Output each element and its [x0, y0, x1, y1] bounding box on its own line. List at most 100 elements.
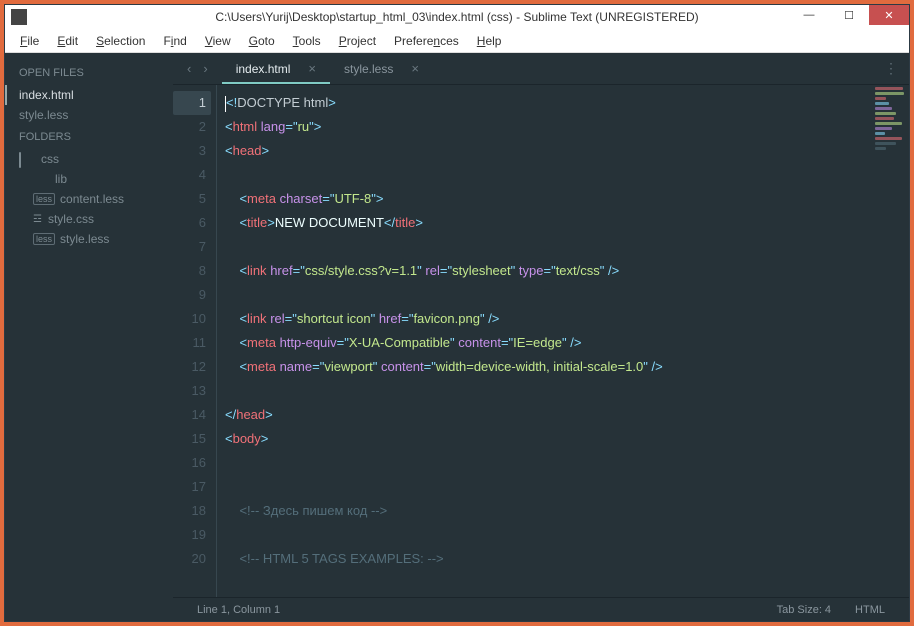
code-line[interactable]: <link rel="shortcut icon" href="favicon.… — [225, 307, 909, 331]
status-syntax[interactable]: HTML — [843, 604, 897, 616]
code-line[interactable] — [225, 379, 909, 403]
titlebar[interactable]: C:\Users\Yurij\Desktop\startup_html_03\i… — [5, 5, 909, 29]
maximize-button[interactable]: ☐ — [829, 5, 869, 25]
folder-open-icon — [19, 153, 35, 165]
code-line[interactable]: <meta charset="UTF-8"> — [225, 187, 909, 211]
tab-next-icon[interactable]: › — [197, 61, 213, 76]
less-file-icon: less — [33, 233, 55, 245]
sidebar: OPEN FILES index.htmlstyle.less FOLDERS … — [5, 53, 173, 621]
sidebar-item-label: style.less — [19, 108, 68, 122]
line-number: 9 — [173, 283, 206, 307]
line-number: 18 — [173, 499, 206, 523]
code-line[interactable] — [225, 475, 909, 499]
menu-tools[interactable]: Tools — [284, 31, 330, 51]
minimap[interactable] — [873, 85, 909, 285]
less-file-icon: less — [33, 193, 55, 205]
tab-nav: ‹ › — [173, 53, 222, 84]
menu-project[interactable]: Project — [330, 31, 385, 51]
line-number: 2 — [173, 115, 206, 139]
css-file-icon: ☲ — [33, 214, 42, 225]
line-number: 11 — [173, 331, 206, 355]
code-line[interactable]: <!DOCTYPE html> — [225, 91, 909, 115]
tab-overflow-icon[interactable]: ⋮ — [874, 53, 909, 84]
code-editor[interactable]: 1234567891011121314151617181920 <!DOCTYP… — [173, 85, 909, 597]
code-line[interactable]: <link href="css/style.css?v=1.1" rel="st… — [225, 259, 909, 283]
code-line[interactable]: <meta name="viewport" content="width=dev… — [225, 355, 909, 379]
line-number: 20 — [173, 547, 206, 571]
line-number: 10 — [173, 307, 206, 331]
menu-file[interactable]: File — [11, 31, 48, 51]
minimize-button[interactable]: — — [789, 5, 829, 25]
code-line[interactable] — [225, 523, 909, 547]
sidebar-item-label: style.less — [60, 232, 109, 246]
status-position[interactable]: Line 1, Column 1 — [185, 604, 292, 616]
line-number: 5 — [173, 187, 206, 211]
minimap-line — [875, 107, 892, 110]
code-line[interactable] — [225, 451, 909, 475]
tab-prev-icon[interactable]: ‹ — [181, 61, 197, 76]
close-icon[interactable]: × — [308, 61, 316, 76]
editor-area: ‹ › index.html×style.less× ⋮ 12345678910… — [173, 53, 909, 621]
line-number: 4 — [173, 163, 206, 187]
line-number: 13 — [173, 379, 206, 403]
minimap-line — [875, 127, 892, 130]
menu-find[interactable]: Find — [154, 31, 195, 51]
sidebar-item[interactable]: lesscontent.less — [5, 189, 173, 209]
minimap-line — [875, 87, 903, 90]
sidebar-item[interactable]: lib — [5, 169, 173, 189]
sidebar-item-label: index.html — [19, 88, 74, 102]
sidebar-folder-root[interactable]: css — [5, 149, 173, 169]
line-number: 19 — [173, 523, 206, 547]
sidebar-item-label: css — [41, 152, 59, 166]
code-line[interactable]: <!-- HTML 5 TAGS EXAMPLES: --> — [225, 547, 909, 571]
app-icon — [11, 9, 27, 25]
sidebar-item[interactable]: ☲ style.css — [5, 209, 173, 229]
code-content[interactable]: <!DOCTYPE html><html lang="ru"><head> <m… — [217, 85, 909, 597]
window-controls: — ☐ ✕ — [789, 5, 909, 25]
minimap-line — [875, 117, 894, 120]
folders-heading: FOLDERS — [5, 125, 173, 149]
code-line[interactable] — [225, 163, 909, 187]
menu-selection[interactable]: Selection — [87, 31, 154, 51]
menu-help[interactable]: Help — [468, 31, 511, 51]
sidebar-open-file[interactable]: index.html — [5, 85, 173, 105]
close-icon[interactable]: × — [411, 61, 419, 76]
code-line[interactable]: <!-- Здесь пишем код --> — [225, 499, 909, 523]
sidebar-open-file[interactable]: style.less — [5, 105, 173, 125]
line-number: 12 — [173, 355, 206, 379]
minimap-line — [875, 112, 896, 115]
sidebar-item-label: lib — [55, 172, 67, 186]
line-number: 7 — [173, 235, 206, 259]
menu-goto[interactable]: Goto — [240, 31, 284, 51]
line-number: 17 — [173, 475, 206, 499]
editor-tab[interactable]: style.less × — [330, 53, 433, 84]
editor-tab[interactable]: index.html× — [222, 53, 330, 84]
status-tabsize[interactable]: Tab Size: 4 — [765, 604, 843, 616]
statusbar: Line 1, Column 1 Tab Size: 4 HTML — [173, 597, 909, 621]
code-line[interactable]: </head> — [225, 403, 909, 427]
line-number: 3 — [173, 139, 206, 163]
tab-row: ‹ › index.html× style.less × ⋮ — [173, 53, 909, 85]
line-number: 6 — [173, 211, 206, 235]
menu-preferences[interactable]: Preferences — [385, 31, 468, 51]
line-number: 14 — [173, 403, 206, 427]
line-number: 1 — [173, 91, 211, 115]
code-line[interactable]: <html lang="ru"> — [225, 115, 909, 139]
minimap-line — [875, 92, 904, 95]
open-files-heading: OPEN FILES — [5, 61, 173, 85]
code-line[interactable] — [225, 235, 909, 259]
tab-label: style.less — [344, 62, 393, 76]
menubar: File Edit Selection Find View Goto Tools… — [5, 29, 909, 53]
menu-view[interactable]: View — [196, 31, 240, 51]
code-line[interactable]: <body> — [225, 427, 909, 451]
minimap-line — [875, 122, 902, 125]
sidebar-item[interactable]: less style.less — [5, 229, 173, 249]
code-line[interactable]: <head> — [225, 139, 909, 163]
code-line[interactable] — [225, 283, 909, 307]
code-line[interactable]: <meta http-equiv="X-UA-Compatible" conte… — [225, 331, 909, 355]
minimap-line — [875, 97, 886, 100]
code-line[interactable]: <title>NEW DOCUMENT</title> — [225, 211, 909, 235]
sidebar-item-label: style.css — [48, 212, 94, 226]
menu-edit[interactable]: Edit — [48, 31, 87, 51]
close-button[interactable]: ✕ — [869, 5, 909, 25]
